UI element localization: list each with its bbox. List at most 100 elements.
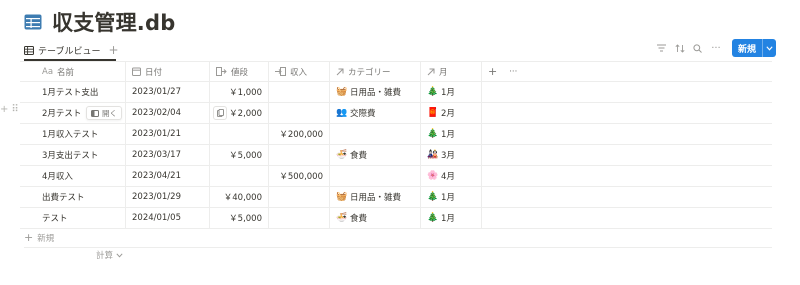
row-name: 4月収入 <box>42 172 73 182</box>
table-row[interactable]: 1月テスト支出 2023/01/27 ￥1,000 🧺 日用品・雑費 🎄 1月 <box>20 82 772 103</box>
cell-date[interactable]: 2024/01/05 <box>126 208 210 228</box>
row-name: 2月テスト <box>42 109 82 119</box>
cell-date[interactable]: 2023/01/29 <box>126 187 210 207</box>
add-view-button[interactable]: + <box>108 44 118 56</box>
calculate-button[interactable]: 計算 <box>96 249 123 261</box>
column-header-month[interactable]: 月 <box>421 62 482 81</box>
copy-icon[interactable] <box>213 106 227 120</box>
table-row[interactable]: 3月支出テスト 2023/03/17 ￥5,000 🍜 食費 🎎 3月 <box>20 145 772 166</box>
blossom-icon: 🌸 <box>427 171 439 181</box>
cell-date[interactable]: 2023/01/27 <box>126 82 210 102</box>
row-price: ￥2,000 <box>229 109 262 119</box>
cell-date[interactable]: 2023/04/21 <box>126 166 210 186</box>
table-row[interactable]: 1月収入テスト 2023/01/21 ￥200,000 🎄 1月 <box>20 124 772 145</box>
cell-income[interactable]: ￥200,000 <box>269 124 330 144</box>
cell-date[interactable]: 2023/03/17 <box>126 145 210 165</box>
tab-label: テーブルビュー <box>38 46 101 57</box>
add-column-button[interactable]: + <box>488 65 497 78</box>
cell-month[interactable]: 🎄 1月 <box>421 187 482 207</box>
column-header-label: 日付 <box>145 67 163 78</box>
cell-income[interactable] <box>269 208 330 228</box>
column-header-label: 収入 <box>290 67 308 78</box>
cell-month[interactable]: 🎄 1月 <box>421 124 482 144</box>
column-header-income[interactable]: 収入 <box>269 62 330 81</box>
row-price: ￥5,000 <box>229 151 262 161</box>
table-row[interactable]: 4月収入 2023/04/21 ￥500,000 🌸 4月 <box>20 166 772 187</box>
filter-icon[interactable] <box>654 40 670 56</box>
cell-price[interactable]: ￥2,000 <box>210 103 269 123</box>
relation-arrow-icon <box>336 68 344 76</box>
cell-category[interactable]: 🍜 食費 <box>330 145 421 165</box>
row-price: ￥40,000 <box>223 193 262 203</box>
cell-category[interactable]: 🧺 日用品・雑費 <box>330 82 421 102</box>
column-header-name[interactable]: Aa 名前 <box>20 62 126 81</box>
cell-date[interactable]: 2023/01/21 <box>126 124 210 144</box>
column-header-label: 値段 <box>231 67 249 78</box>
column-header-price[interactable]: 値段 <box>210 62 269 81</box>
cell-category[interactable] <box>330 166 421 186</box>
table-row[interactable]: 2月テスト 開く 2023/02/04 ￥2,000 👥 交際費 🧧 2月 <box>20 103 772 124</box>
row-date: 2023/01/29 <box>132 192 181 202</box>
cell-month[interactable]: 🎄 1月 <box>421 82 482 102</box>
row-income: ￥500,000 <box>279 172 323 182</box>
cell-income[interactable] <box>269 103 330 123</box>
new-record-button[interactable]: 新規 <box>731 39 776 57</box>
column-options-icon[interactable]: ··· <box>509 67 517 77</box>
row-month: 1月 <box>441 193 455 203</box>
page-title[interactable]: 収支管理.db <box>52 7 175 37</box>
tree-icon: 🎄 <box>427 129 439 139</box>
cell-price[interactable]: ￥5,000 <box>210 208 269 228</box>
cell-income[interactable] <box>269 187 330 207</box>
search-icon[interactable] <box>690 40 706 56</box>
cell-name[interactable]: テスト <box>20 208 126 228</box>
tree-icon: 🎄 <box>427 192 439 202</box>
cell-name[interactable]: 1月テスト支出 <box>20 82 126 102</box>
cell-price[interactable] <box>210 166 269 186</box>
cell-name[interactable]: 4月収入 <box>20 166 126 186</box>
cell-name[interactable]: 2月テスト 開く <box>20 103 126 123</box>
sort-icon[interactable] <box>672 40 688 56</box>
dolls-icon: 🎎 <box>427 150 439 160</box>
row-name: 出費テスト <box>42 193 85 203</box>
cell-month[interactable]: 🎄 1月 <box>421 208 482 228</box>
cell-date[interactable]: 2023/02/04 <box>126 103 210 123</box>
cell-price[interactable]: ￥1,000 <box>210 82 269 102</box>
cell-empty <box>482 187 772 207</box>
row-month: 1月 <box>441 88 455 98</box>
aa-icon: Aa <box>42 66 54 77</box>
cell-category[interactable]: 👥 交際費 <box>330 103 421 123</box>
cell-name[interactable]: 1月収入テスト <box>20 124 126 144</box>
cell-price[interactable] <box>210 124 269 144</box>
daily-goods-icon: 🧺 <box>336 192 348 202</box>
cell-name[interactable]: 3月支出テスト <box>20 145 126 165</box>
cell-month[interactable]: 🌸 4月 <box>421 166 482 186</box>
cell-empty <box>482 166 772 186</box>
cell-income[interactable] <box>269 82 330 102</box>
column-header-label: 名前 <box>57 67 75 78</box>
cell-category[interactable]: 🍜 食費 <box>330 208 421 228</box>
cell-price[interactable]: ￥40,000 <box>210 187 269 207</box>
tab-table-view[interactable]: テーブルビュー <box>24 44 100 57</box>
cell-month[interactable]: 🎎 3月 <box>421 145 482 165</box>
more-options-icon[interactable]: ··· <box>708 40 724 56</box>
cell-price[interactable]: ￥5,000 <box>210 145 269 165</box>
open-page-button[interactable]: 開く <box>86 106 122 120</box>
cell-category[interactable]: 🧺 日用品・雑費 <box>330 187 421 207</box>
drag-handle-icon[interactable]: ⠿ <box>11 104 18 115</box>
cell-income[interactable]: ￥500,000 <box>269 166 330 186</box>
cell-category[interactable] <box>330 124 421 144</box>
relation-arrow-icon <box>427 68 435 76</box>
table-header-row: Aa 名前 日付 値段 収入 カテゴリー 月 + ··· <box>20 61 772 82</box>
column-header-category[interactable]: カテゴリー <box>330 62 421 81</box>
cell-month[interactable]: 🧧 2月 <box>421 103 482 123</box>
add-row-icon[interactable]: + <box>0 104 8 115</box>
table-row[interactable]: テスト 2024/01/05 ￥5,000 🍜 食費 🎄 1月 <box>20 208 772 229</box>
column-header-date[interactable]: 日付 <box>126 62 210 81</box>
new-row-button[interactable]: + 新規 <box>24 228 772 248</box>
view-bar: テーブルビュー + ··· 新規 <box>24 39 776 58</box>
chevron-down-icon[interactable] <box>762 39 776 57</box>
cell-income[interactable] <box>269 145 330 165</box>
row-date: 2023/01/21 <box>132 129 181 139</box>
cell-name[interactable]: 出費テスト <box>20 187 126 207</box>
table-row[interactable]: 出費テスト 2023/01/29 ￥40,000 🧺 日用品・雑費 🎄 1月 <box>20 187 772 208</box>
